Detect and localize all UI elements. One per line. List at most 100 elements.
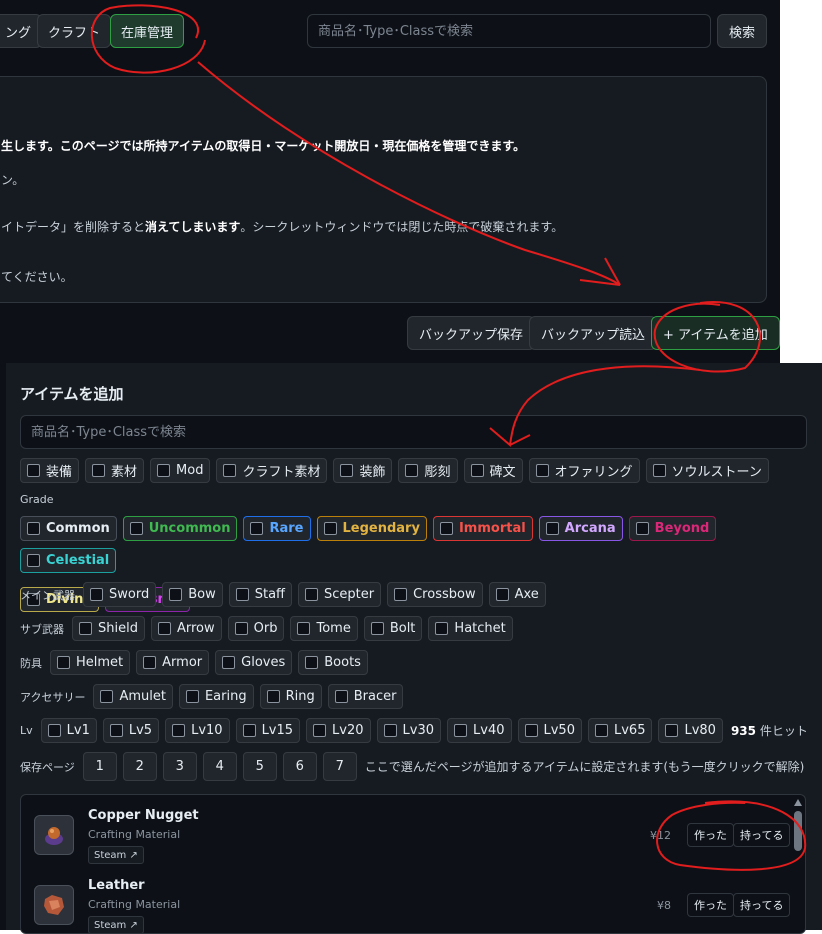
checkbox[interactable]: [394, 588, 408, 601]
level-chip[interactable]: Lv80: [658, 718, 723, 743]
accessory-chip[interactable]: Bracer: [327, 684, 404, 709]
accessory-chip[interactable]: Amulet: [93, 684, 173, 709]
grade-chip-common[interactable]: Common: [20, 516, 117, 541]
checkbox[interactable]: [305, 656, 319, 669]
grade-chip-uncommon[interactable]: Uncommon: [122, 516, 238, 541]
main-weapon-chip[interactable]: Sword: [83, 582, 157, 607]
level-chip[interactable]: Lv65: [587, 718, 653, 743]
checkbox[interactable]: [454, 724, 468, 737]
checkbox[interactable]: [439, 522, 453, 535]
page-button-5[interactable]: 5: [242, 752, 277, 781]
checkbox[interactable]: [100, 690, 114, 703]
checkbox[interactable]: [109, 724, 123, 737]
checkbox[interactable]: [157, 622, 171, 635]
checkbox[interactable]: [470, 464, 484, 477]
main-weapon-chip[interactable]: Staff: [228, 582, 293, 607]
level-chip[interactable]: Lv50: [517, 718, 582, 743]
checkbox[interactable]: [172, 724, 186, 737]
category-chip[interactable]: 彫刻: [398, 458, 458, 483]
tab-inventory[interactable]: 在庫管理: [110, 14, 185, 48]
sub-weapon-chip[interactable]: Arrow: [150, 616, 222, 641]
checkbox[interactable]: [90, 588, 103, 601]
made-button[interactable]: 作った: [687, 823, 734, 847]
grade-chip-arcana[interactable]: Arcana: [538, 516, 623, 541]
level-chip[interactable]: Lv1: [40, 718, 97, 743]
checkbox[interactable]: [242, 724, 256, 737]
category-chip[interactable]: Mod: [150, 458, 211, 483]
checkbox[interactable]: [235, 588, 249, 601]
category-chip[interactable]: 素材: [85, 458, 145, 483]
checkbox[interactable]: [27, 554, 40, 567]
checkbox[interactable]: [594, 724, 608, 737]
checkbox[interactable]: [635, 522, 649, 535]
armor-chip[interactable]: Boots: [298, 650, 368, 675]
main-weapon-chip[interactable]: Bow: [162, 582, 223, 607]
checkbox[interactable]: [535, 464, 549, 477]
steam-link[interactable]: Steam ↗: [88, 846, 144, 864]
scroll-thumb[interactable]: [794, 811, 802, 851]
sub-weapon-chip[interactable]: Shield: [72, 616, 145, 641]
tab-ranking[interactable]: ング: [0, 14, 43, 48]
sub-weapon-chip[interactable]: Hatchet: [428, 616, 513, 641]
category-chip[interactable]: 碑文: [463, 458, 523, 483]
checkbox[interactable]: [435, 622, 449, 635]
category-chip[interactable]: 装飾: [333, 458, 393, 483]
category-chip[interactable]: 装備: [20, 458, 80, 483]
checkbox[interactable]: [340, 464, 354, 477]
checkbox[interactable]: [334, 690, 348, 703]
category-chip[interactable]: ソウルストーン: [645, 458, 769, 483]
checkbox[interactable]: [370, 622, 384, 635]
checkbox[interactable]: [323, 522, 337, 535]
checkbox[interactable]: [79, 622, 92, 635]
page-button-6[interactable]: 6: [282, 752, 317, 781]
scroll-up-icon[interactable]: [794, 799, 802, 806]
add-item-button[interactable]: + アイテムを追加: [651, 316, 780, 350]
checkbox[interactable]: [545, 522, 559, 535]
checkbox[interactable]: [47, 724, 61, 737]
main-weapon-chip[interactable]: Axe: [488, 582, 546, 607]
grade-chip-legendary[interactable]: Legendary: [316, 516, 427, 541]
checkbox[interactable]: [297, 622, 311, 635]
sub-weapon-chip[interactable]: Bolt: [363, 616, 423, 641]
owned-button[interactable]: 持ってる: [733, 823, 791, 847]
modal-search-input[interactable]: [20, 415, 807, 449]
owned-button[interactable]: 持ってる: [733, 893, 791, 917]
checkbox[interactable]: [222, 656, 236, 669]
page-button-2[interactable]: 2: [122, 752, 157, 781]
checkbox[interactable]: [266, 690, 280, 703]
main-weapon-chip[interactable]: Crossbow: [387, 582, 483, 607]
checkbox[interactable]: [313, 724, 327, 737]
search-button[interactable]: 検索: [717, 14, 767, 48]
sub-weapon-chip[interactable]: Tome: [290, 616, 358, 641]
top-search-input[interactable]: [307, 14, 711, 48]
armor-chip[interactable]: Gloves: [215, 650, 293, 675]
armor-chip[interactable]: Armor: [136, 650, 210, 675]
level-chip[interactable]: Lv15: [235, 718, 301, 743]
grade-chip-beyond[interactable]: Beyond: [628, 516, 717, 541]
category-chip[interactable]: クラフト素材: [216, 458, 328, 483]
page-button-7[interactable]: 7: [322, 752, 357, 781]
grade-chip-rare[interactable]: Rare: [243, 516, 311, 541]
checkbox[interactable]: [57, 656, 70, 669]
checkbox[interactable]: [652, 464, 666, 477]
checkbox[interactable]: [169, 588, 183, 601]
page-button-1[interactable]: 1: [82, 752, 117, 781]
checkbox[interactable]: [250, 522, 264, 535]
steam-link[interactable]: Steam ↗: [88, 916, 144, 933]
checkbox[interactable]: [524, 724, 538, 737]
level-chip[interactable]: Lv40: [447, 718, 512, 743]
item-list-scrollbar[interactable]: [793, 799, 803, 929]
tab-craft[interactable]: クラフト: [37, 14, 112, 48]
checkbox[interactable]: [383, 724, 397, 737]
backup-save-button[interactable]: バックアップ保存: [407, 316, 536, 350]
main-weapon-chip[interactable]: Scepter: [298, 582, 382, 607]
item-list[interactable]: Copper Nugget Crafting Material Steam ↗ …: [20, 794, 806, 934]
level-chip[interactable]: Lv20: [306, 718, 371, 743]
checkbox[interactable]: [223, 464, 237, 477]
level-chip[interactable]: Lv5: [102, 718, 160, 743]
made-button[interactable]: 作った: [687, 893, 734, 917]
armor-chip[interactable]: Helmet: [50, 650, 131, 675]
grade-chip-immortal[interactable]: Immortal: [432, 516, 533, 541]
checkbox[interactable]: [129, 522, 143, 535]
checkbox[interactable]: [27, 522, 40, 535]
